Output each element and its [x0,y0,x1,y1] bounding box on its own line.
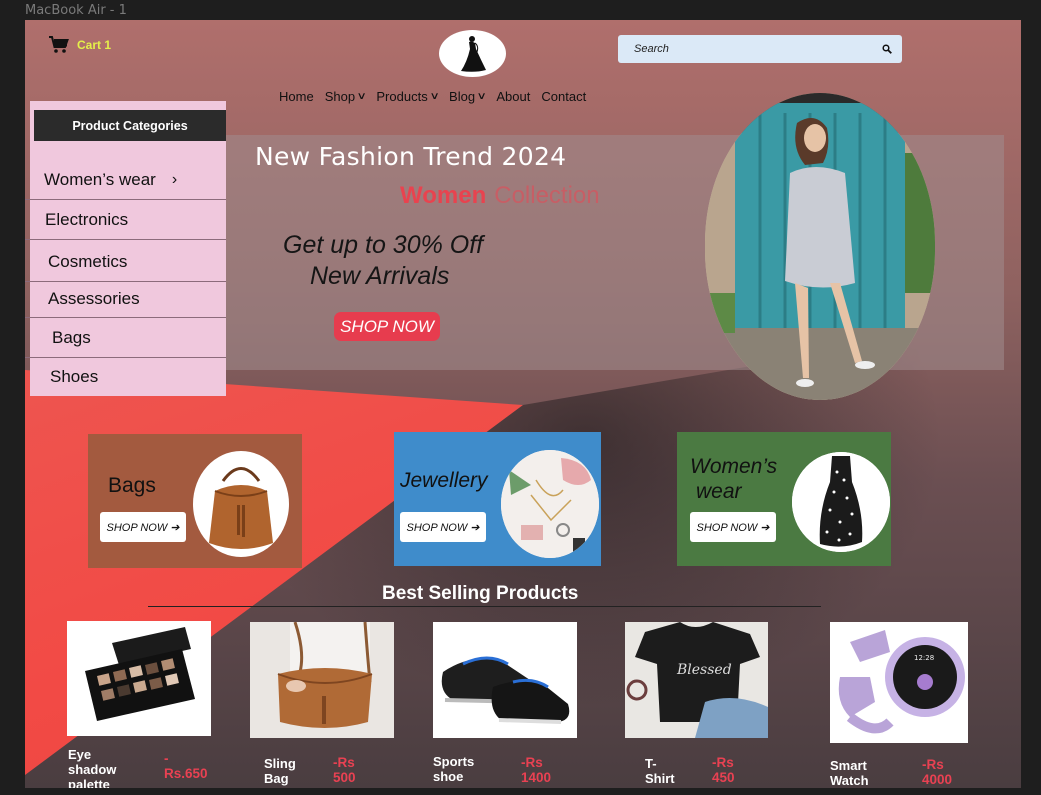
section-divider [148,606,821,607]
sling-bag-illustration [250,622,394,738]
product-name[interactable]: Sports shoe [433,754,474,784]
page-frame: Cart 1 Home Shop∨ Products∨ Blog∨ About … [25,20,1021,788]
product-image[interactable] [433,622,577,738]
cart-icon [49,36,69,53]
best-selling-heading: Best Selling Products [382,583,579,604]
canvas-label: MacBook Air - 1 [25,3,127,18]
sports-shoe-illustration [441,656,570,724]
hero-model-photo [705,93,935,400]
nav-blog-label: Blog [449,89,476,104]
hero-shop-now-button[interactable]: SHOP NOW [334,312,440,341]
eyeshadow-palette-illustration [85,627,195,721]
category-sidebar: Product Categories Women’s wear › Electr… [25,101,226,396]
product-price: -Rs.650 [164,751,208,781]
nav-products[interactable]: Products ∨ [376,89,440,104]
nav-about[interactable]: About [496,89,530,104]
chevron-down-icon: ∨ [429,91,440,102]
product-price: -Rs 450 [712,755,735,785]
polka-dress-illustration [792,452,890,552]
hero-title: New Fashion Trend 2024 [255,142,567,171]
search-bar[interactable] [618,35,902,63]
product-price: -Rs 500 [333,755,356,785]
offer-line-1: Get up to 30% Off [283,231,484,259]
promo-jewellery-shop-button[interactable]: SHOP NOW ➔ [400,512,486,542]
product-name[interactable]: Smart Watch [830,758,869,788]
search-input[interactable] [634,43,882,55]
promo-card-title: Bags [108,474,156,497]
hero-subtitle-rest: Collection [494,182,600,209]
category-label: Cosmetics [48,251,128,271]
chevron-down-icon: ∨ [476,91,487,102]
category-label: Bags [52,327,91,347]
svg-text:12:28: 12:28 [914,654,934,662]
category-item-shoes[interactable]: Shoes [25,358,226,396]
chevron-right-icon: › [171,170,178,188]
product-image[interactable]: Blessed [625,622,768,738]
main-nav: Home Shop ∨ Products ∨ Blog ∨ About Contact [279,89,597,104]
product-price: -Rs 4000 [922,757,953,787]
promo-card-title: Women’s wear [690,454,777,504]
nav-shop[interactable]: Shop ∨ [324,89,367,104]
cart-link[interactable]: Cart 1 [49,36,111,54]
category-label: Women’s wear [44,169,156,189]
category-item-womens-wear[interactable]: Women’s wear › [25,160,226,200]
offer-line-2: New Arrivals [310,262,450,290]
dress-logo-icon [460,35,486,72]
promo-card-bags[interactable]: Bags SHOP NOW ➔ [88,434,302,568]
jewellery-illustration [501,450,599,558]
nav-home[interactable]: Home [279,89,314,104]
tshirt-illustration: Blessed [626,622,768,738]
nav-contact-label: Contact [541,89,587,104]
product-image[interactable]: 12:28 [830,622,968,743]
promo-card-title: Jewellery [400,469,488,492]
nav-contact[interactable]: Contact [541,89,586,104]
dress-product-image [792,452,890,552]
promo-bags-shop-button[interactable]: SHOP NOW ➔ [100,512,186,542]
nav-shop-label: Shop [324,89,356,104]
product-name-line-2: palette [68,777,110,788]
product-price: -Rs 1400 [521,755,552,785]
promo-card-womens-wear[interactable]: Women’s wear SHOP NOW ➔ [677,432,891,566]
category-label: Shoes [50,367,99,386]
svg-text:Blessed: Blessed [676,662,732,678]
category-item-cosmetics[interactable]: Cosmetics [25,242,226,282]
smart-watch-illustration: 12:28 [838,630,965,734]
product-name[interactable]: Eye shadow palette [68,747,116,788]
promo-card-jewellery[interactable]: Jewellery SHOP NOW ➔ [394,432,601,566]
hero-photo-illustration [705,93,935,400]
hero-subtitle: Women Collection [400,182,600,210]
category-label: Assessories [48,288,140,308]
product-name[interactable]: T-Shirt [645,756,675,786]
hero-offer: Get up to 30% Off New Arrivals [283,230,483,292]
chevron-down-icon: ∨ [356,91,367,102]
nav-home-label: Home [279,89,314,104]
promo-title-line-1: Women’s [690,455,778,478]
search-icon[interactable] [882,44,892,54]
bucket-bag-illustration [209,467,273,549]
promo-womens-shop-button[interactable]: SHOP NOW ➔ [690,512,776,542]
category-item-bags[interactable]: Bags [25,318,226,358]
category-item-electronics[interactable]: Electronics [25,200,226,240]
product-image[interactable] [250,622,394,738]
promo-title-line-2: wear [696,480,742,503]
nav-products-label: Products [376,89,428,104]
bag-product-image [193,451,289,557]
nav-blog[interactable]: Blog ∨ [449,89,487,104]
hero-subtitle-highlight: Women [400,182,487,209]
category-item-accessories[interactable]: Assessories [25,280,226,318]
category-label: Electronics [45,209,129,229]
cart-label: Cart 1 [77,38,112,52]
product-name-line-1: Eye shadow [68,747,117,777]
brand-logo[interactable] [439,30,506,77]
product-name[interactable]: Sling Bag [264,756,296,786]
product-image[interactable] [67,621,211,736]
jewellery-product-image [501,450,599,558]
category-heading: Product Categories [34,110,226,141]
nav-about-label: About [496,89,531,104]
